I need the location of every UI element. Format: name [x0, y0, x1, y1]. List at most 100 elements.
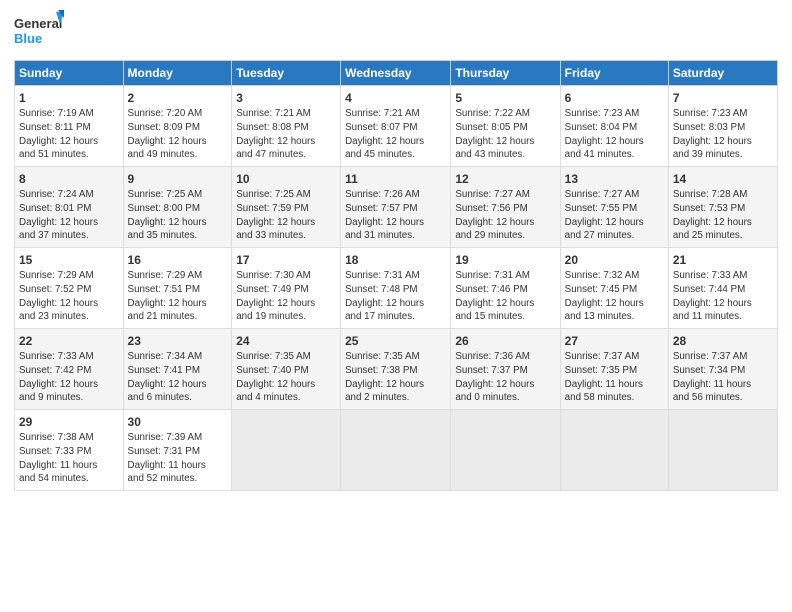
- day-number: 1: [19, 90, 119, 106]
- weekday-header-thursday: Thursday: [451, 61, 560, 86]
- day-cell: 21Sunrise: 7:33 AM Sunset: 7:44 PM Dayli…: [668, 248, 777, 329]
- week-row-2: 8Sunrise: 7:24 AM Sunset: 8:01 PM Daylig…: [15, 167, 778, 248]
- day-cell: 6Sunrise: 7:23 AM Sunset: 8:04 PM Daylig…: [560, 86, 668, 167]
- day-number: 14: [673, 171, 773, 187]
- day-number: 21: [673, 252, 773, 268]
- day-number: 27: [565, 333, 664, 349]
- day-info: Sunrise: 7:25 AM Sunset: 7:59 PM Dayligh…: [236, 188, 336, 243]
- day-info: Sunrise: 7:38 AM Sunset: 7:33 PM Dayligh…: [19, 431, 119, 486]
- day-cell: 17Sunrise: 7:30 AM Sunset: 7:49 PM Dayli…: [232, 248, 341, 329]
- page: General Blue SundayMondayTuesdayWednesda…: [0, 0, 792, 612]
- svg-text:Blue: Blue: [14, 31, 42, 46]
- day-cell: 8Sunrise: 7:24 AM Sunset: 8:01 PM Daylig…: [15, 167, 124, 248]
- day-number: 5: [455, 90, 555, 106]
- day-info: Sunrise: 7:33 AM Sunset: 7:44 PM Dayligh…: [673, 269, 773, 324]
- day-info: Sunrise: 7:31 AM Sunset: 7:48 PM Dayligh…: [345, 269, 446, 324]
- day-info: Sunrise: 7:25 AM Sunset: 8:00 PM Dayligh…: [128, 188, 228, 243]
- day-number: 12: [455, 171, 555, 187]
- day-info: Sunrise: 7:39 AM Sunset: 7:31 PM Dayligh…: [128, 431, 228, 486]
- day-number: 22: [19, 333, 119, 349]
- day-info: Sunrise: 7:33 AM Sunset: 7:42 PM Dayligh…: [19, 350, 119, 405]
- day-number: 30: [128, 414, 228, 430]
- header: General Blue: [14, 10, 778, 52]
- day-info: Sunrise: 7:28 AM Sunset: 7:53 PM Dayligh…: [673, 188, 773, 243]
- weekday-header-wednesday: Wednesday: [341, 61, 451, 86]
- weekday-header-saturday: Saturday: [668, 61, 777, 86]
- day-number: 24: [236, 333, 336, 349]
- day-info: Sunrise: 7:23 AM Sunset: 8:04 PM Dayligh…: [565, 107, 664, 162]
- day-info: Sunrise: 7:20 AM Sunset: 8:09 PM Dayligh…: [128, 107, 228, 162]
- day-number: 18: [345, 252, 446, 268]
- day-number: 9: [128, 171, 228, 187]
- weekday-header-sunday: Sunday: [15, 61, 124, 86]
- week-row-1: 1Sunrise: 7:19 AM Sunset: 8:11 PM Daylig…: [15, 86, 778, 167]
- day-cell: 13Sunrise: 7:27 AM Sunset: 7:55 PM Dayli…: [560, 167, 668, 248]
- weekday-header-friday: Friday: [560, 61, 668, 86]
- day-info: Sunrise: 7:29 AM Sunset: 7:52 PM Dayligh…: [19, 269, 119, 324]
- day-cell: 1Sunrise: 7:19 AM Sunset: 8:11 PM Daylig…: [15, 86, 124, 167]
- day-cell: 27Sunrise: 7:37 AM Sunset: 7:35 PM Dayli…: [560, 329, 668, 410]
- day-cell: 29Sunrise: 7:38 AM Sunset: 7:33 PM Dayli…: [15, 410, 124, 491]
- day-cell: 28Sunrise: 7:37 AM Sunset: 7:34 PM Dayli…: [668, 329, 777, 410]
- day-cell: 26Sunrise: 7:36 AM Sunset: 7:37 PM Dayli…: [451, 329, 560, 410]
- day-number: 16: [128, 252, 228, 268]
- day-cell: 20Sunrise: 7:32 AM Sunset: 7:45 PM Dayli…: [560, 248, 668, 329]
- day-cell: 24Sunrise: 7:35 AM Sunset: 7:40 PM Dayli…: [232, 329, 341, 410]
- day-cell: 12Sunrise: 7:27 AM Sunset: 7:56 PM Dayli…: [451, 167, 560, 248]
- day-info: Sunrise: 7:32 AM Sunset: 7:45 PM Dayligh…: [565, 269, 664, 324]
- day-number: 25: [345, 333, 446, 349]
- weekday-header-row: SundayMondayTuesdayWednesdayThursdayFrid…: [15, 61, 778, 86]
- day-info: Sunrise: 7:21 AM Sunset: 8:07 PM Dayligh…: [345, 107, 446, 162]
- day-number: 8: [19, 171, 119, 187]
- day-info: Sunrise: 7:37 AM Sunset: 7:35 PM Dayligh…: [565, 350, 664, 405]
- week-row-3: 15Sunrise: 7:29 AM Sunset: 7:52 PM Dayli…: [15, 248, 778, 329]
- day-cell: 10Sunrise: 7:25 AM Sunset: 7:59 PM Dayli…: [232, 167, 341, 248]
- day-info: Sunrise: 7:35 AM Sunset: 7:40 PM Dayligh…: [236, 350, 336, 405]
- day-info: Sunrise: 7:22 AM Sunset: 8:05 PM Dayligh…: [455, 107, 555, 162]
- day-info: Sunrise: 7:19 AM Sunset: 8:11 PM Dayligh…: [19, 107, 119, 162]
- day-cell: [668, 410, 777, 491]
- weekday-header-monday: Monday: [123, 61, 232, 86]
- day-number: 29: [19, 414, 119, 430]
- day-info: Sunrise: 7:29 AM Sunset: 7:51 PM Dayligh…: [128, 269, 228, 324]
- day-info: Sunrise: 7:30 AM Sunset: 7:49 PM Dayligh…: [236, 269, 336, 324]
- day-number: 7: [673, 90, 773, 106]
- day-cell: [341, 410, 451, 491]
- day-cell: 5Sunrise: 7:22 AM Sunset: 8:05 PM Daylig…: [451, 86, 560, 167]
- day-number: 13: [565, 171, 664, 187]
- day-number: 2: [128, 90, 228, 106]
- day-number: 4: [345, 90, 446, 106]
- day-number: 23: [128, 333, 228, 349]
- day-cell: [560, 410, 668, 491]
- day-number: 19: [455, 252, 555, 268]
- day-cell: 2Sunrise: 7:20 AM Sunset: 8:09 PM Daylig…: [123, 86, 232, 167]
- day-number: 20: [565, 252, 664, 268]
- day-info: Sunrise: 7:37 AM Sunset: 7:34 PM Dayligh…: [673, 350, 773, 405]
- day-info: Sunrise: 7:27 AM Sunset: 7:55 PM Dayligh…: [565, 188, 664, 243]
- logo-svg: General Blue: [14, 10, 64, 52]
- day-cell: 25Sunrise: 7:35 AM Sunset: 7:38 PM Dayli…: [341, 329, 451, 410]
- day-cell: 14Sunrise: 7:28 AM Sunset: 7:53 PM Dayli…: [668, 167, 777, 248]
- day-info: Sunrise: 7:27 AM Sunset: 7:56 PM Dayligh…: [455, 188, 555, 243]
- day-info: Sunrise: 7:26 AM Sunset: 7:57 PM Dayligh…: [345, 188, 446, 243]
- day-cell: 22Sunrise: 7:33 AM Sunset: 7:42 PM Dayli…: [15, 329, 124, 410]
- svg-text:General: General: [14, 16, 62, 31]
- day-number: 17: [236, 252, 336, 268]
- day-cell: 18Sunrise: 7:31 AM Sunset: 7:48 PM Dayli…: [341, 248, 451, 329]
- day-cell: 19Sunrise: 7:31 AM Sunset: 7:46 PM Dayli…: [451, 248, 560, 329]
- day-number: 6: [565, 90, 664, 106]
- day-number: 26: [455, 333, 555, 349]
- day-cell: 9Sunrise: 7:25 AM Sunset: 8:00 PM Daylig…: [123, 167, 232, 248]
- day-info: Sunrise: 7:36 AM Sunset: 7:37 PM Dayligh…: [455, 350, 555, 405]
- day-cell: 30Sunrise: 7:39 AM Sunset: 7:31 PM Dayli…: [123, 410, 232, 491]
- day-cell: 11Sunrise: 7:26 AM Sunset: 7:57 PM Dayli…: [341, 167, 451, 248]
- day-cell: 4Sunrise: 7:21 AM Sunset: 8:07 PM Daylig…: [341, 86, 451, 167]
- week-row-4: 22Sunrise: 7:33 AM Sunset: 7:42 PM Dayli…: [15, 329, 778, 410]
- day-number: 10: [236, 171, 336, 187]
- day-cell: 3Sunrise: 7:21 AM Sunset: 8:08 PM Daylig…: [232, 86, 341, 167]
- day-number: 28: [673, 333, 773, 349]
- weekday-header-tuesday: Tuesday: [232, 61, 341, 86]
- day-info: Sunrise: 7:34 AM Sunset: 7:41 PM Dayligh…: [128, 350, 228, 405]
- day-info: Sunrise: 7:24 AM Sunset: 8:01 PM Dayligh…: [19, 188, 119, 243]
- day-cell: [232, 410, 341, 491]
